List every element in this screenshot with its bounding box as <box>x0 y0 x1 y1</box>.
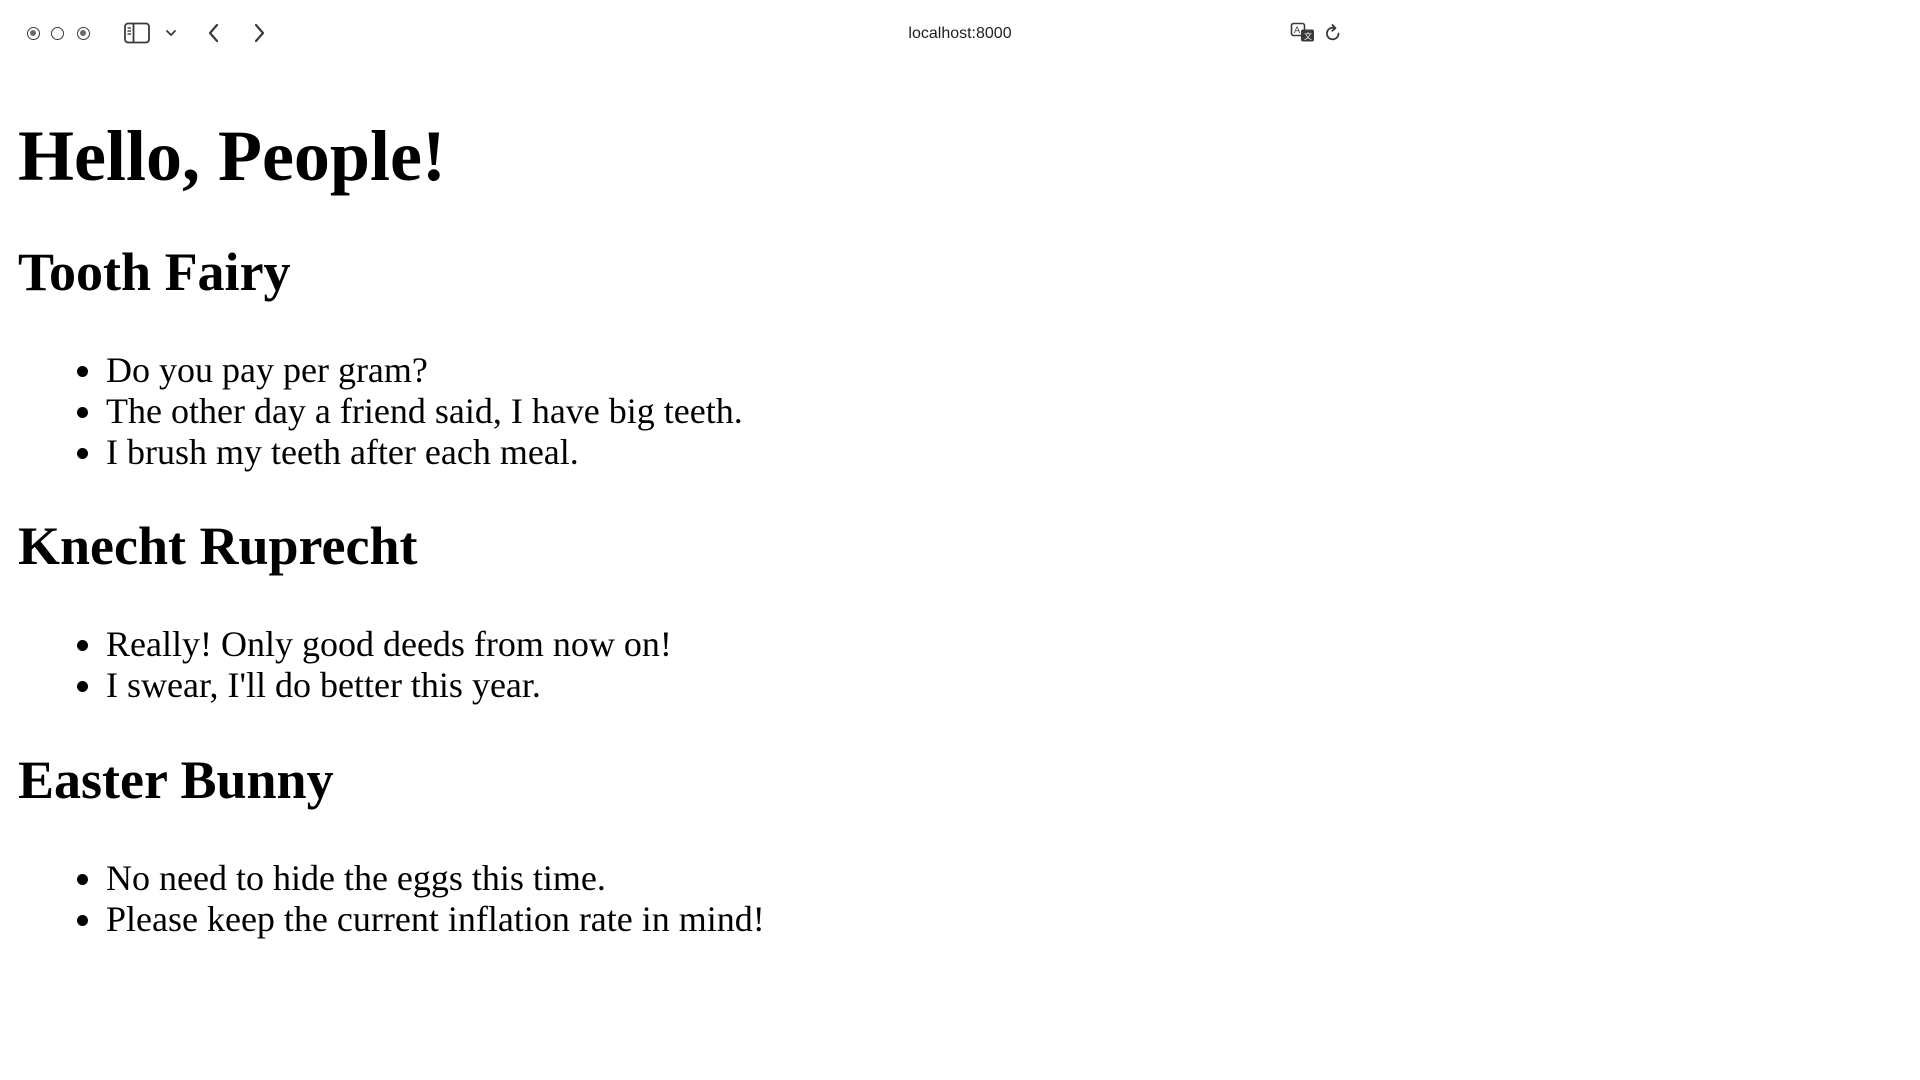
minimize-window-button[interactable] <box>51 27 64 40</box>
chevron-down-icon[interactable] <box>163 25 179 41</box>
page-title: Hello, People! <box>18 116 446 196</box>
chevron-right-icon[interactable] <box>248 20 270 46</box>
list-item: I brush my teeth after each meal. <box>18 432 743 473</box>
zoom-window-button[interactable] <box>77 27 90 40</box>
list-item: Do you pay per gram? <box>18 350 743 391</box>
browser-window: localhost:8000 A 文 Hello, People! Tooth … <box>0 0 1920 1080</box>
section-title-easter-bunny: Easter Bunny <box>18 750 334 810</box>
list-item: Really! Only good deeds from now on! <box>18 624 672 665</box>
list-item: I swear, I'll do better this year. <box>18 665 672 706</box>
list-item: The other day a friend said, I have big … <box>18 391 743 432</box>
list-item: Please keep the current inflation rate i… <box>18 899 765 940</box>
section-title-tooth-fairy: Tooth Fairy <box>18 242 291 302</box>
svg-text:文: 文 <box>1304 31 1312 41</box>
knecht-ruprecht-list: Really! Only good deeds from now on! I s… <box>18 624 672 706</box>
list-item: No need to hide the eggs this time. <box>18 858 765 899</box>
tooth-fairy-list: Do you pay per gram? The other day a fri… <box>18 350 743 473</box>
address-bar[interactable]: localhost:8000 <box>860 22 1060 46</box>
translate-icon[interactable]: A 文 <box>1290 21 1316 45</box>
easter-bunny-list: No need to hide the eggs this time. Plea… <box>18 858 765 940</box>
chevron-left-icon[interactable] <box>203 20 225 46</box>
sidebar-icon[interactable] <box>124 22 150 44</box>
section-title-knecht-ruprecht: Knecht Ruprecht <box>18 516 418 576</box>
browser-toolbar: localhost:8000 A 文 <box>0 0 1920 66</box>
reload-icon[interactable] <box>1323 22 1343 44</box>
svg-text:A: A <box>1294 26 1301 36</box>
close-window-button[interactable] <box>27 27 40 40</box>
